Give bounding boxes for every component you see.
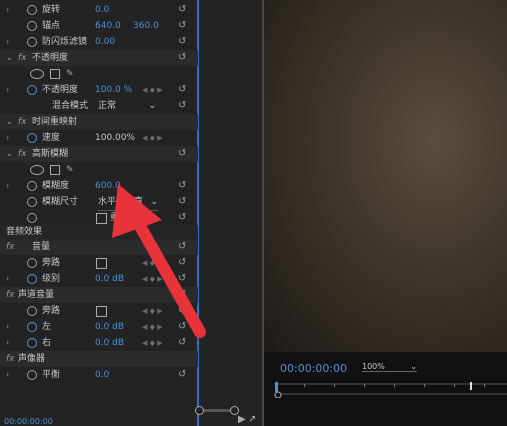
annotation-arrow xyxy=(112,184,206,338)
